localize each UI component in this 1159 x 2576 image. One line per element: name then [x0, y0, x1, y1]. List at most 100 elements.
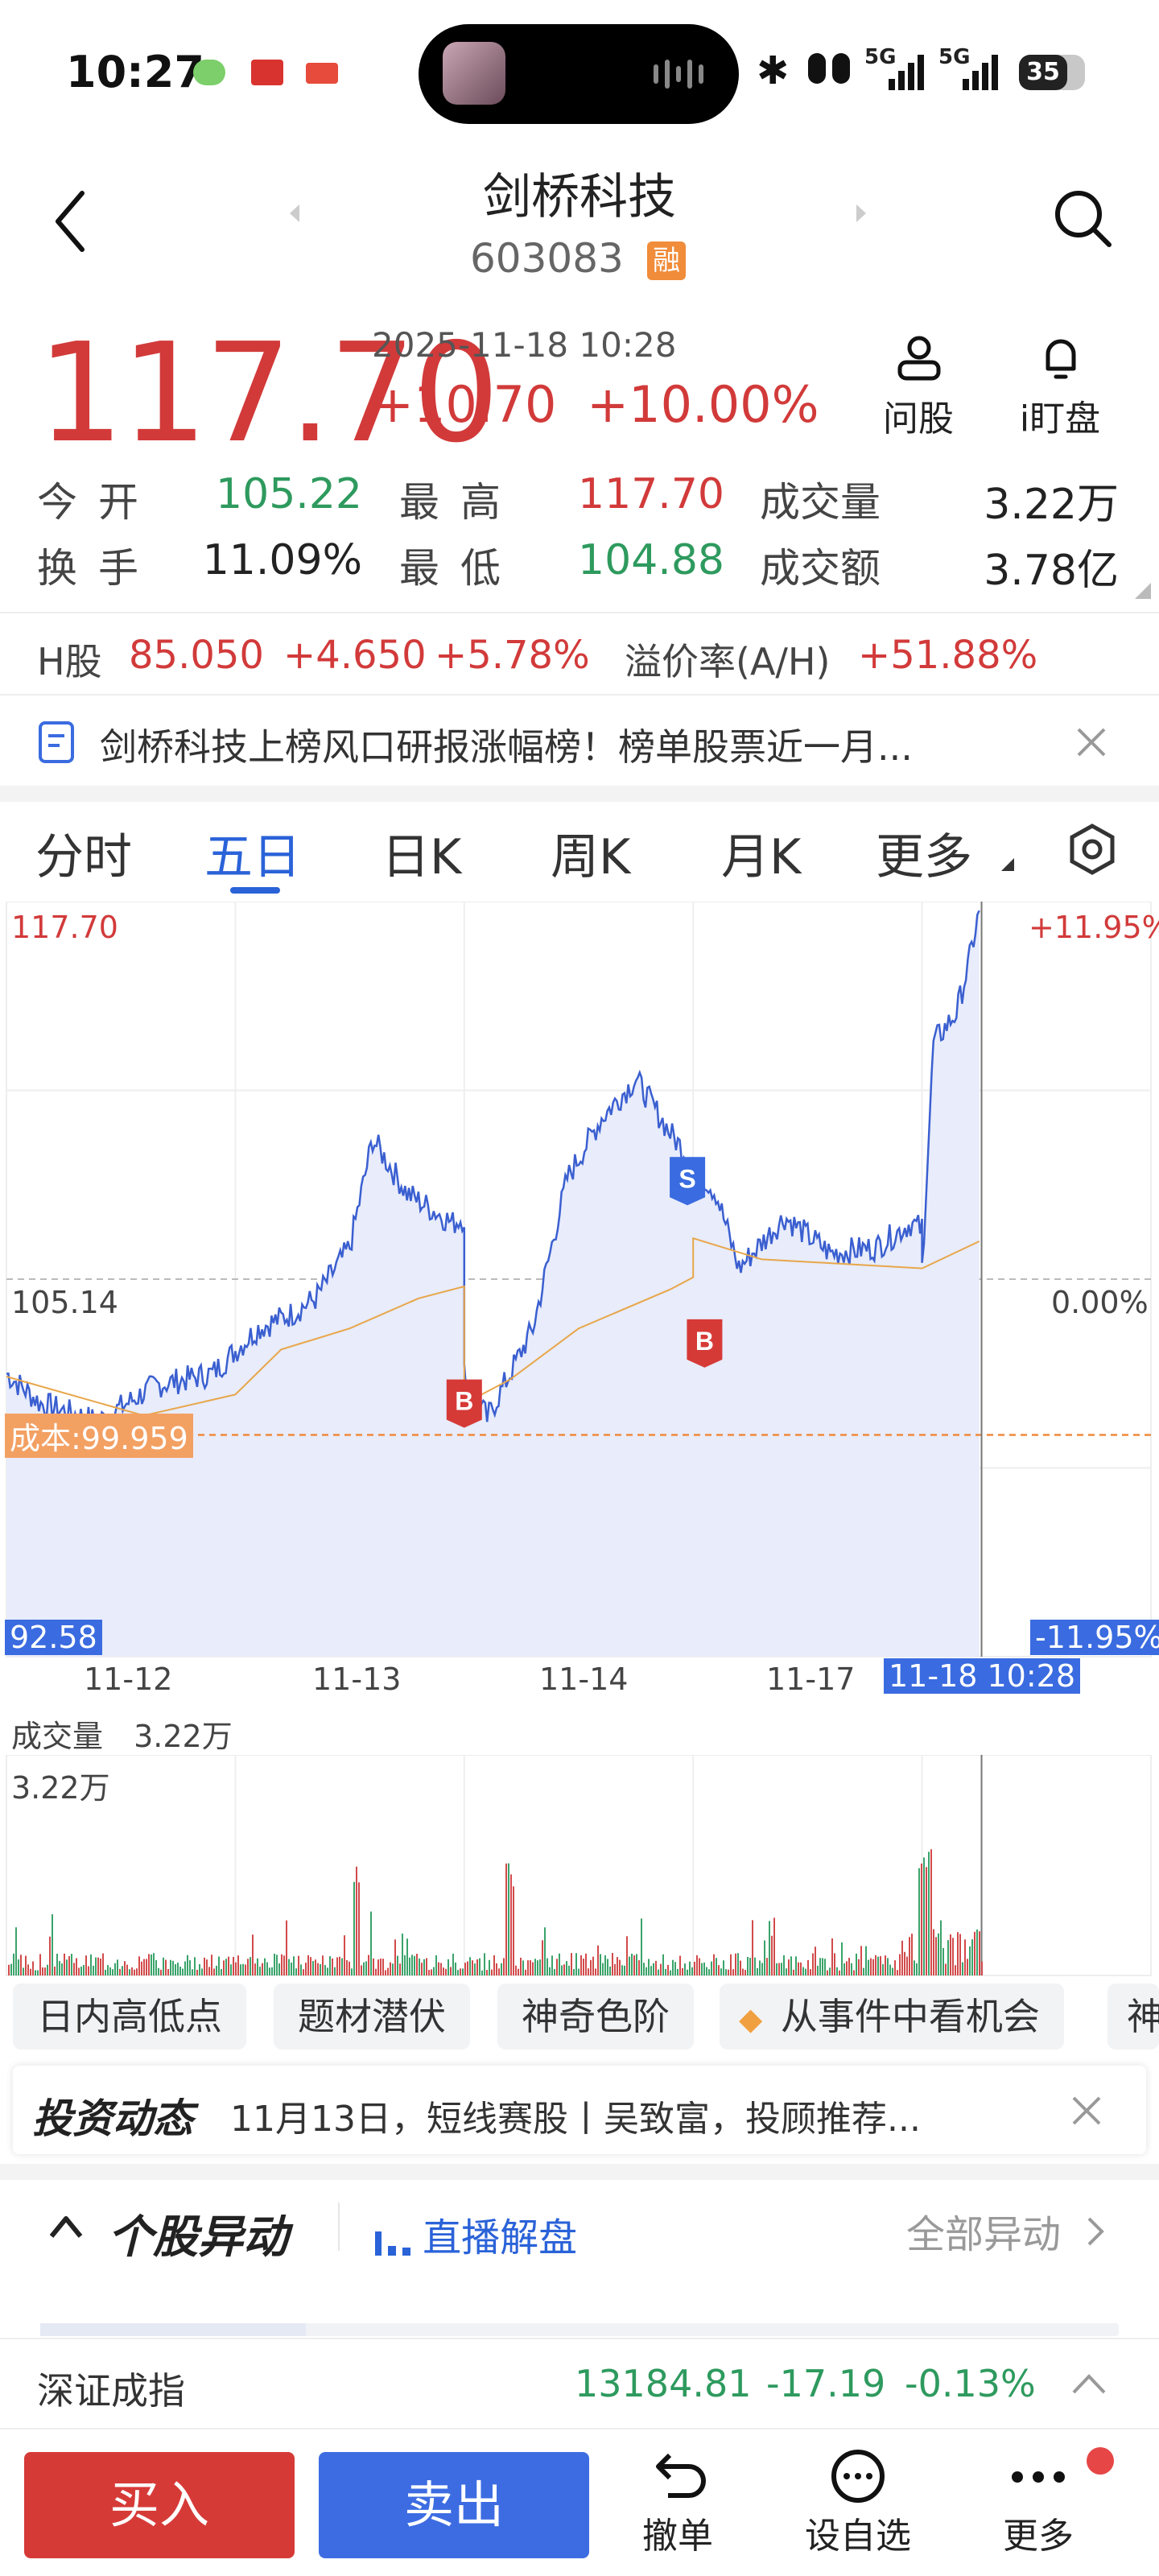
tag-event-opportunity[interactable]: ◆ 从事件中看机会: [720, 1984, 1064, 2050]
buy-button[interactable]: 买入: [24, 2452, 295, 2558]
hshare-row[interactable]: H股 85.050 +4.650 +5.78% 溢价率(A/H) +51.88%: [0, 620, 1159, 692]
five-day-price-chart[interactable]: B B S: [0, 902, 1159, 1674]
expand-up-icon[interactable]: [1070, 2370, 1107, 2396]
cancel-order-button[interactable]: 撤单: [613, 2447, 742, 2560]
volume-bar: [711, 1961, 712, 1975]
volume-bar: [979, 1931, 980, 1975]
tab-daily-k[interactable]: 日K: [382, 818, 461, 888]
volume-bar: [607, 1959, 608, 1975]
notice-bar[interactable]: 剑桥科技上榜风口研报涨幅榜！榜单股票近一月...: [0, 697, 1159, 786]
chart-settings-icon[interactable]: [1064, 821, 1120, 877]
add-watchlist-button[interactable]: 设自选: [794, 2447, 922, 2560]
live-analysis-link[interactable]: 直播解盘: [373, 2206, 577, 2262]
volume-bar: [274, 1953, 275, 1975]
volume-bar: [213, 1968, 215, 1975]
volume-bar: [346, 1959, 348, 1975]
volume-bar: [621, 1965, 623, 1975]
volume-bar: [889, 1964, 891, 1975]
volume-bar: [933, 1929, 934, 1975]
volume-bar: [597, 1945, 599, 1975]
tag-theme-ambush[interactable]: 题材潜伏: [274, 1984, 470, 2050]
volume-bar: [42, 1967, 43, 1975]
volume-bar: [945, 1963, 947, 1975]
news-bar[interactable]: 投资动态 11月13日，短线赛股丨吴致富，投顾推荐...: [13, 2066, 1146, 2154]
tag-intraday-high-low[interactable]: 日内高低点: [13, 1984, 246, 2050]
volume-bar: [131, 1967, 133, 1975]
volume-bar: [80, 1966, 82, 1975]
volume-bar: [764, 1940, 765, 1975]
expand-corner-icon[interactable]: [1135, 583, 1151, 599]
volume-bar: [361, 1965, 362, 1975]
volume-bar: [643, 1963, 645, 1975]
ask-stock-button[interactable]: 问股: [874, 333, 963, 443]
volume-bar: [382, 1959, 384, 1975]
volume-max-label: 3.22万: [11, 1770, 110, 1806]
volume-bar: [974, 1931, 975, 1975]
volume-bar: [747, 1956, 749, 1975]
buy-marker[interactable]: B: [446, 1379, 482, 1428]
volume-bar: [860, 1946, 862, 1975]
volume-bar: [349, 1961, 350, 1975]
volume-bar: [918, 1868, 920, 1975]
volume-bar: [18, 1959, 19, 1975]
stat-label-high: 最高: [399, 479, 522, 526]
sell-marker[interactable]: S: [670, 1157, 706, 1206]
index-bar[interactable]: 深证成指 13184.81 -17.19 -0.13%: [0, 2339, 1159, 2425]
volume-bar: [882, 1963, 884, 1975]
volume-bar: [455, 1962, 456, 1975]
tag-more[interactable]: 神: [1107, 1984, 1159, 2050]
volume-bar: [588, 1968, 589, 1975]
more-button[interactable]: 更多: [974, 2447, 1114, 2560]
collapse-icon[interactable]: [48, 2212, 84, 2241]
buy-marker[interactable]: B: [687, 1319, 723, 1368]
all-anomalies-link[interactable]: 全部异动: [906, 2202, 1105, 2259]
volume-bar: [329, 1956, 331, 1975]
sell-button[interactable]: 卖出: [319, 2452, 589, 2558]
volume-bar: [119, 1968, 121, 1975]
volume-bar: [556, 1959, 558, 1975]
volume-bar: [73, 1963, 75, 1975]
volume-bar: [839, 1970, 840, 1975]
volume-bar: [691, 1967, 693, 1975]
back-icon[interactable]: [52, 185, 92, 258]
search-icon[interactable]: [1051, 187, 1116, 251]
next-stock-icon[interactable]: [853, 201, 869, 225]
volume-bar: [486, 1970, 488, 1975]
tab-intraday[interactable]: 分时: [35, 818, 132, 888]
volume-bar: [235, 1962, 237, 1975]
stat-value-amount: 3.78亿: [984, 547, 1119, 595]
volume-bar: [585, 1953, 587, 1975]
tab-five-day[interactable]: 五日: [204, 818, 301, 888]
stat-value-open: 105.22: [216, 470, 362, 518]
volume-bar: [887, 1958, 889, 1975]
volume-bar: [187, 1955, 188, 1975]
tab-monthly-k[interactable]: 月K: [721, 818, 801, 888]
tag-magic-color[interactable]: 神奇色阶: [497, 1984, 694, 2050]
volume-chart[interactable]: [0, 1755, 1159, 1980]
volume-bar: [749, 1957, 751, 1975]
tab-weekly-k[interactable]: 周K: [551, 818, 630, 888]
volume-bar: [851, 1963, 852, 1975]
change-percent: +10.00%: [587, 375, 819, 434]
volume-bar: [469, 1957, 471, 1975]
volume-bar: [530, 1960, 531, 1975]
volume-bar: [435, 1955, 437, 1975]
volume-bar: [795, 1956, 797, 1975]
volume-bar: [221, 1969, 222, 1975]
volume-bar: [177, 1963, 179, 1975]
watch-button[interactable]: i盯盘: [1008, 333, 1112, 443]
price-area: [6, 910, 980, 1657]
volume-bar: [95, 1957, 97, 1975]
volume-bar: [315, 1959, 316, 1975]
more-circle-icon: [831, 2450, 885, 2503]
volume-bar: [206, 1959, 208, 1975]
prev-stock-icon[interactable]: [287, 201, 303, 225]
volume-bar: [904, 1951, 905, 1975]
tab-more[interactable]: 更多: [876, 818, 972, 888]
volume-bar: [189, 1960, 191, 1975]
volume-bar: [208, 1967, 210, 1975]
close-icon[interactable]: [1069, 2093, 1104, 2128]
battery-icon: 35: [1019, 55, 1085, 90]
close-icon[interactable]: [1074, 724, 1109, 760]
volume-bar: [211, 1955, 212, 1975]
